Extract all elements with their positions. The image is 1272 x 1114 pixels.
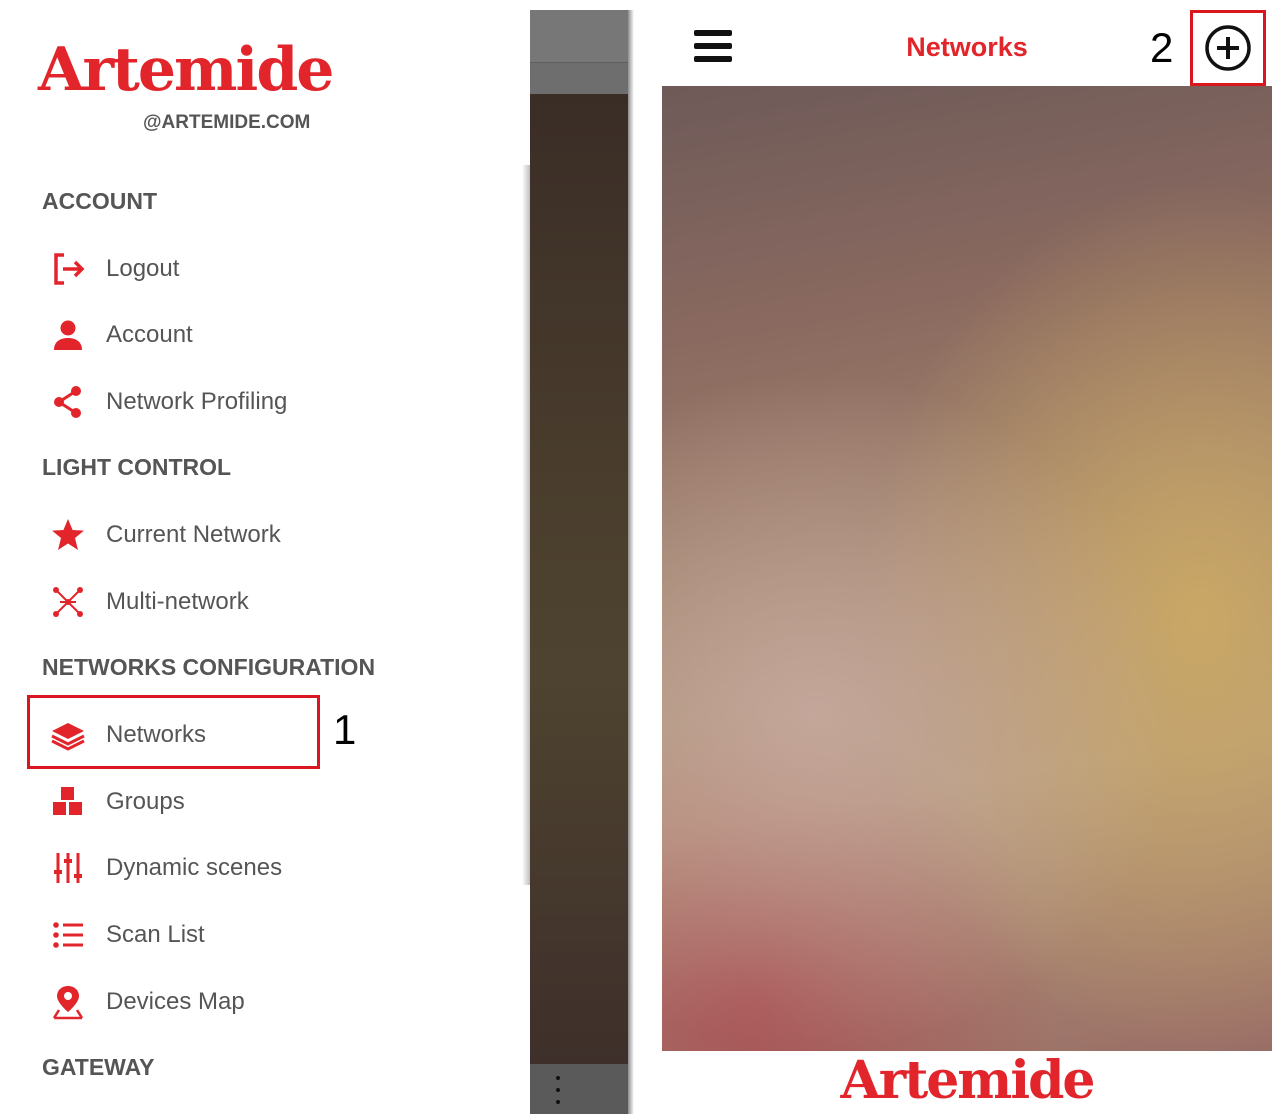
highlight-networks-item <box>27 695 320 769</box>
drawer-item-current-network[interactable]: Current Network <box>44 510 464 560</box>
drawer-scroll-shadow <box>522 165 530 885</box>
dimmed-app-background <box>530 10 628 1114</box>
dimmed-app-subbar <box>530 62 628 94</box>
dimmed-app-content <box>530 94 628 1064</box>
section-gateway: GATEWAY <box>42 1054 155 1080</box>
drawer-item-label: Groups <box>106 788 185 815</box>
drawer-item-label: Scan List <box>106 921 205 948</box>
section-light-control: LIGHT CONTROL <box>42 454 232 480</box>
section-networks-configuration: NETWORKS CONFIGURATION <box>42 654 376 680</box>
drawer-item-label: Logout <box>106 255 180 282</box>
drawer-item-label: Current Network <box>106 521 281 548</box>
section-account: ACCOUNT <box>42 188 157 214</box>
logo-subtitle: @ARTEMIDE.COM <box>143 112 311 133</box>
networks-screen: Networks Artemide <box>662 10 1272 1114</box>
dimmed-app-bottom-bar <box>530 1064 628 1114</box>
sliders-icon <box>44 848 92 888</box>
step-number-2: 2 <box>1150 24 1174 71</box>
screen-title: Networks <box>906 32 1028 62</box>
drawer-item-dynamic-scenes[interactable]: Dynamic scenes <box>44 843 464 893</box>
footer-logo: Artemide <box>840 1050 1095 1111</box>
logout-icon <box>44 249 92 289</box>
drawer-item-network-profiling[interactable]: Network Profiling <box>44 377 464 427</box>
app-bar: Networks <box>662 10 1272 86</box>
account-icon <box>44 315 92 355</box>
list-icon <box>44 915 92 955</box>
drawer-item-label: Multi-network <box>106 588 249 615</box>
drawer-item-groups[interactable]: Groups <box>44 777 464 827</box>
groups-icon <box>44 782 92 822</box>
drawer-item-account[interactable]: Account <box>44 310 464 360</box>
overflow-menu-icon[interactable] <box>556 1076 560 1112</box>
strip-shadow <box>628 10 634 1114</box>
artemide-logo: Artemide <box>38 35 334 105</box>
dimmed-app-bar <box>530 10 628 62</box>
star-icon <box>44 515 92 555</box>
share-icon <box>44 382 92 422</box>
drawer-item-label: Network Profiling <box>106 388 288 415</box>
multi-network-icon <box>44 582 92 622</box>
highlight-add-button <box>1190 10 1266 86</box>
drawer-item-label: Account <box>106 321 193 348</box>
background-image <box>662 86 1272 1051</box>
drawer-item-logout[interactable]: Logout <box>44 244 464 294</box>
drawer-item-scan-list[interactable]: Scan List <box>44 910 464 960</box>
drawer-item-label: Dynamic scenes <box>106 854 283 881</box>
map-pin-icon <box>44 982 92 1022</box>
step-number-1: 1 <box>333 706 357 753</box>
navigation-drawer: Artemide @ARTEMIDE.COM ACCOUNT Logout Ac… <box>0 0 530 1114</box>
drawer-item-label: Devices Map <box>106 988 245 1015</box>
drawer-item-devices-map[interactable]: Devices Map <box>44 977 464 1027</box>
drawer-item-multi-network[interactable]: Multi-network <box>44 577 464 627</box>
